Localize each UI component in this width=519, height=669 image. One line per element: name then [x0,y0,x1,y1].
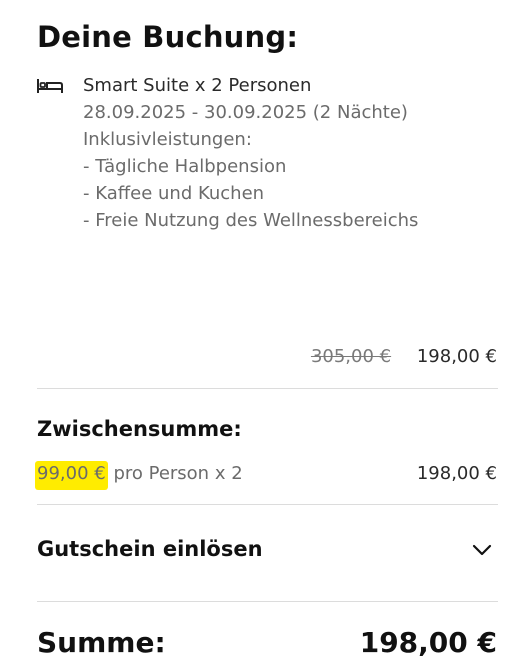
total-label: Summe: [37,626,166,659]
subtotal-value: 198,00 € [416,463,497,484]
inclusion-item: - Kaffee und Kuchen [83,183,265,204]
discounted-price: 198,00 € [416,346,497,367]
inclusion-item: - Tägliche Halbpension [83,156,287,177]
voucher-label: Gutschein einlösen [37,537,263,561]
room-name: Smart Suite x 2 Personen [83,75,312,96]
total-value: 198,00 € [359,626,497,659]
page-title: Deine Buchung: [37,20,299,54]
per-person-text: pro Person x 2 [107,463,243,484]
inclusion-item: - Freie Nutzung des Wellnessbereichs [83,210,419,231]
per-person-line: 99,00 € pro Person x 2 [35,461,243,490]
bed-icon [37,79,63,93]
chevron-down-icon[interactable] [472,543,492,557]
divider [37,601,498,602]
room-details: Smart Suite x 2 Personen 28.09.2025 - 30… [83,72,418,234]
per-person-amount: 99,00 € [35,461,108,490]
divider [37,388,498,389]
room-price-row: 305,00 € 198,00 € [311,346,497,367]
booking-summary: Deine Buchung: Smart Suite x 2 Personen … [0,0,519,669]
subtotal-heading: Zwischensumme: [37,417,242,441]
booking-dates: 28.09.2025 - 30.09.2025 (2 Nächte) [83,102,408,123]
original-price: 305,00 € [310,346,392,367]
divider [37,504,498,505]
inclusions-heading: Inklusivleistungen: [83,129,252,150]
voucher-toggle[interactable]: Gutschein einlösen [37,523,498,583]
